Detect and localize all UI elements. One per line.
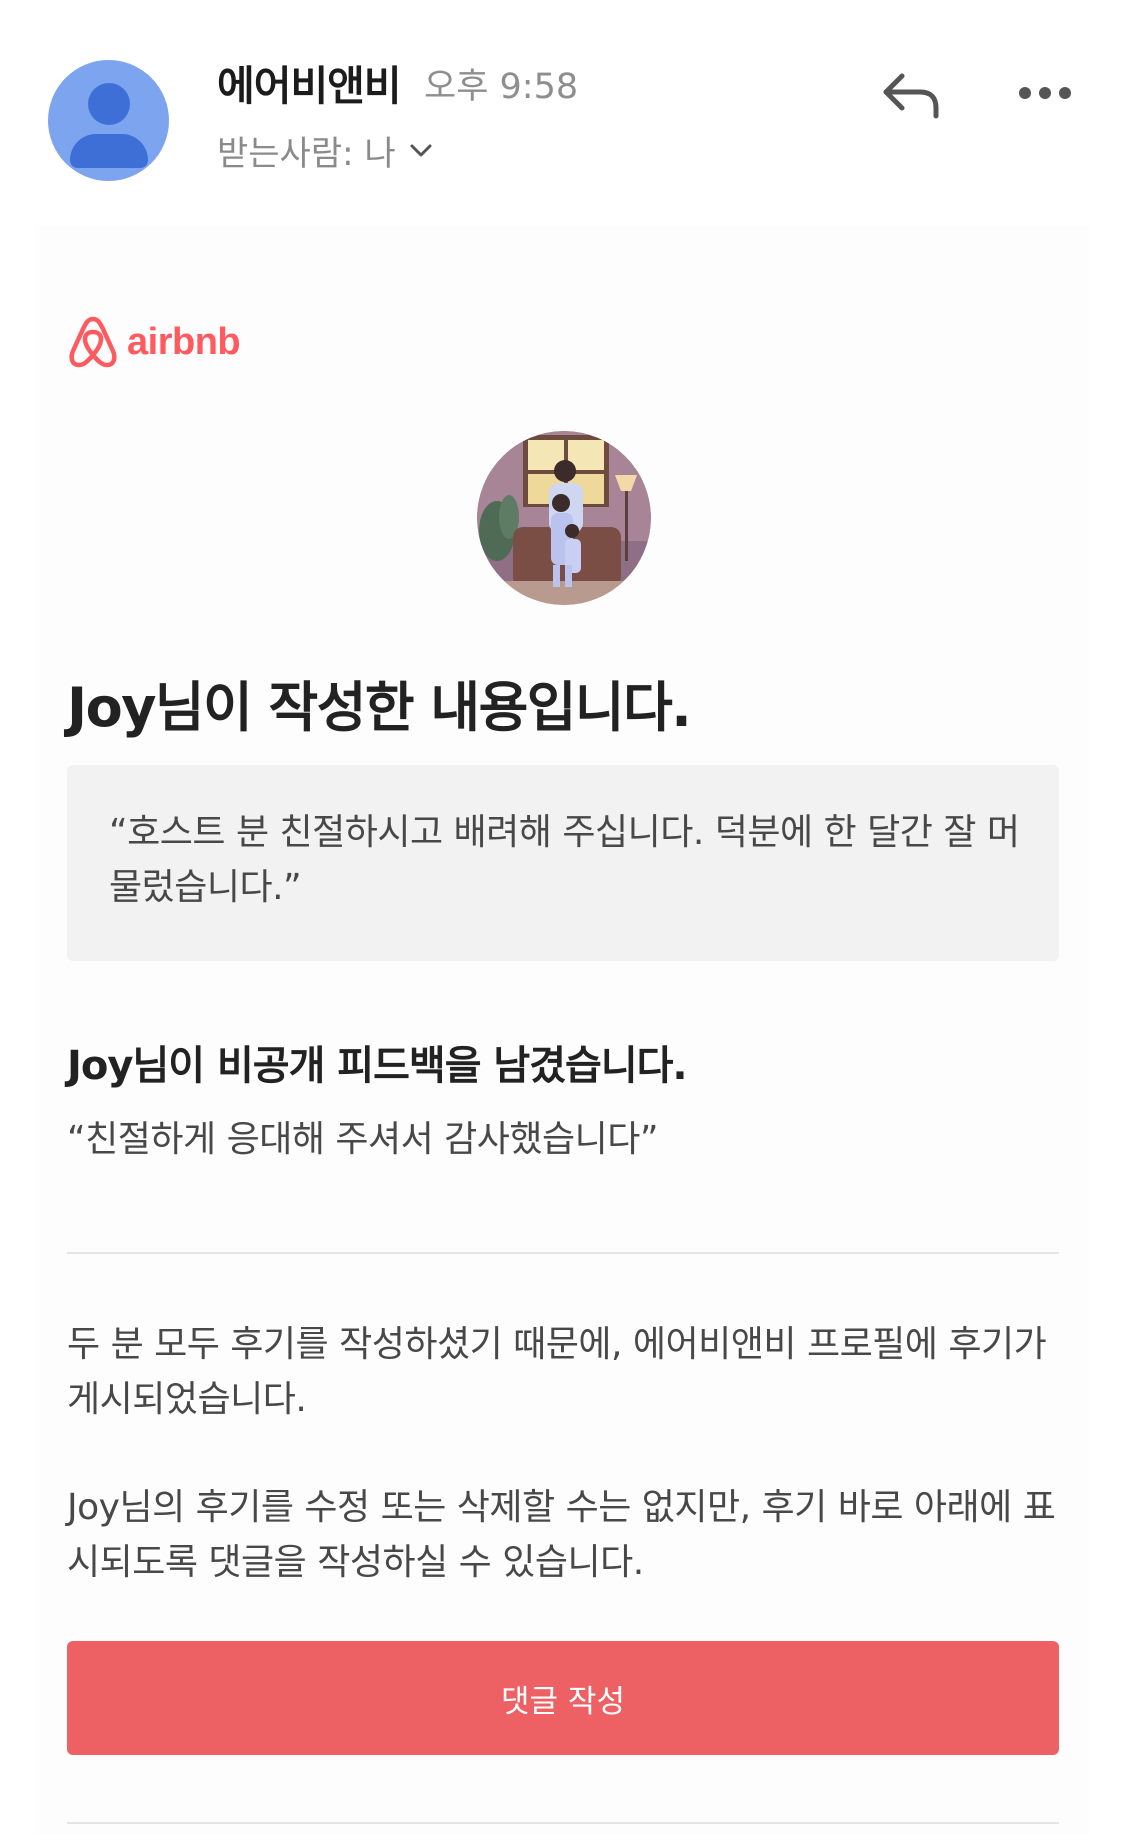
airbnb-belo-icon xyxy=(69,316,117,368)
sender-name[interactable]: 에어비앤비 xyxy=(217,52,402,112)
review-title: Joy님이 작성한 내용입니다. xyxy=(67,676,692,739)
section-divider xyxy=(67,1252,1059,1254)
reply-icon[interactable] xyxy=(880,70,942,120)
mail-header: 에어비앤비 오후 9:58 받는사람: 나 xyxy=(0,0,1125,220)
airbnb-wordmark: airbnb xyxy=(127,320,241,363)
email-body: airbnb Joy님이 작성한 내용입니다. “호스트 분 친절하시고 배려해… xyxy=(35,225,1090,1834)
sender-avatar[interactable] xyxy=(48,60,169,181)
comment-notice: Joy님의 후기를 수정 또는 삭제할 수는 없지만, 후기 바로 아래에 표시… xyxy=(67,1487,1056,1583)
published-notice: 두 분 모두 후기를 작성하셨기 때문에, 에어비앤비 프로필에 후기가 게시되… xyxy=(67,1324,1047,1420)
recipient-toggle[interactable]: 받는사람: 나 xyxy=(217,126,432,175)
recipient-label: 받는사람: 나 xyxy=(217,134,396,174)
more-icon[interactable] xyxy=(1018,82,1072,104)
chevron-down-icon xyxy=(410,144,432,156)
airbnb-logo[interactable]: airbnb xyxy=(67,315,241,369)
private-feedback-title: Joy님이 비공개 피드백을 남겼습니다. xyxy=(67,1043,688,1089)
sent-time: 오후 9:58 xyxy=(424,67,579,107)
review-quote-box: “호스트 분 친절하시고 배려해 주십니다. 덕분에 한 달간 잘 머물렀습니다… xyxy=(67,765,1059,961)
write-comment-button[interactable]: 댓글 작성 xyxy=(67,1641,1059,1755)
guest-profile-photo xyxy=(477,431,651,605)
footer-divider xyxy=(67,1822,1059,1824)
review-quote: “호스트 분 친절하시고 배려해 주십니다. 덕분에 한 달간 잘 머물렀습니다… xyxy=(109,812,1020,908)
private-feedback-text: “친절하게 응대해 주셔서 감사했습니다” xyxy=(67,1119,659,1160)
